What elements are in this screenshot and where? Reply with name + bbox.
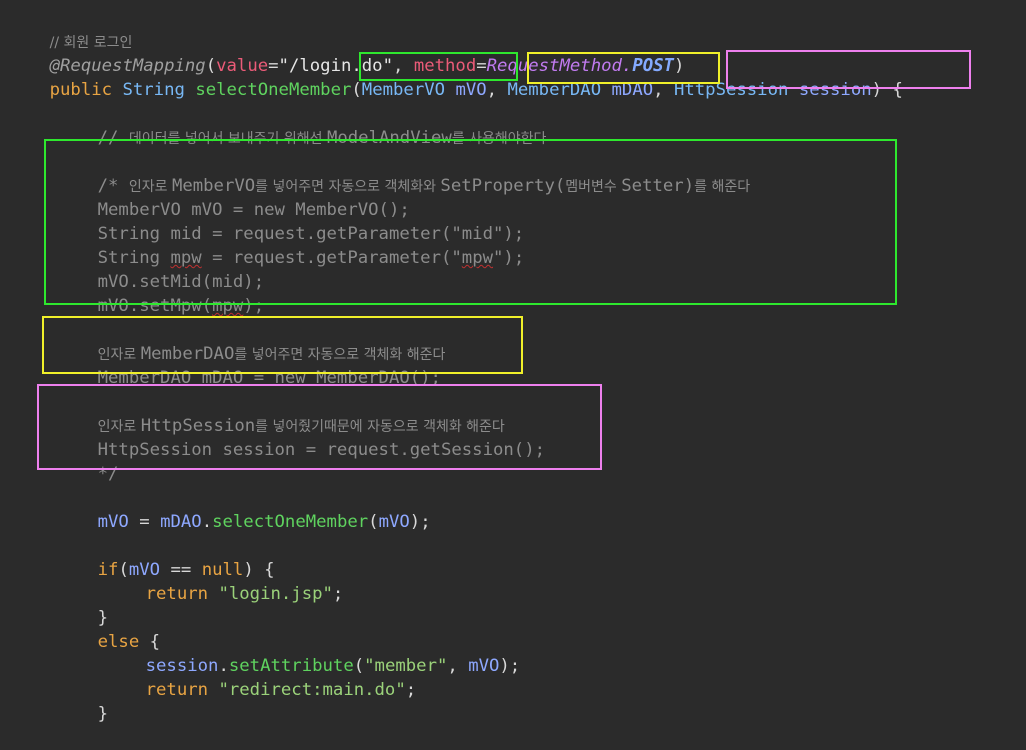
spelling-squiggle: mpw: [212, 296, 244, 316]
string-literal: "login.jsp": [218, 584, 333, 604]
param-type-memberdao: MemberDAO: [507, 80, 602, 100]
comment-modelandview: // 데이터를 넣어서 보내주기 위해선 ModelAndView를 사용해야한…: [97, 128, 547, 148]
comma: ,: [653, 80, 674, 100]
comment-block-line: MemberDAO mDAO = new MemberDAO();: [97, 368, 441, 388]
code-editor[interactable]: // 회원 로그인 @RequestMapping(value="/login.…: [0, 0, 1026, 724]
comment-block-line: mVO.setMid(mid);: [97, 272, 265, 292]
string-literal: "redirect:main.do": [218, 680, 406, 700]
param-name-mvo: mVO: [455, 80, 487, 100]
select-member-statement: mVO = mDAO.selectOneMember(mVO);: [97, 512, 431, 532]
comment-text: 데이터를 넣어서 보내주기 위해선: [128, 131, 327, 147]
method-call: selectOneMember: [212, 512, 369, 532]
keyword-return: return: [145, 680, 209, 700]
param-type-membervo: MemberVO: [361, 80, 446, 100]
comment-block-line: 인자로 MemberDAO를 넣어주면 자동으로 객체화 해준다: [97, 344, 446, 364]
comment-block-line: mVO.setMpw(mpw);: [97, 296, 265, 316]
comment-login: // 회원 로그인: [8, 6, 133, 51]
return-statement: return "redirect:main.do";: [145, 680, 417, 700]
request-mapping-annotation: @RequestMapping(value="/login.do", metho…: [8, 30, 685, 76]
param-name-mdao: mDAO: [611, 80, 654, 100]
comment-block-line: HttpSession session = request.getSession…: [97, 440, 546, 460]
param-name-session: session: [798, 80, 872, 100]
comment-block-line: */: [97, 464, 119, 484]
set-attribute-statement: session.setAttribute("member", mVO);: [145, 656, 521, 676]
comment-block-line: MemberVO mVO = new MemberVO();: [97, 200, 410, 220]
method-name: selectOneMember: [195, 80, 352, 100]
comment-class: ModelAndView: [326, 128, 452, 148]
if-statement: if(mVO == null) {: [97, 560, 275, 580]
closing-brace: }: [97, 704, 109, 724]
closing-brace: }: [97, 608, 109, 628]
comment-block-line: 인자로 HttpSession를 넣어줬기때문에 자동으로 객체화 해준다: [97, 416, 505, 436]
paren-brace: ) {: [871, 80, 903, 100]
method-signature: public String selectOneMember(MemberVO m…: [8, 54, 903, 100]
else-statement: else {: [97, 632, 161, 652]
paren: (: [351, 80, 362, 100]
param-type-httpsession: HttpSession: [673, 80, 789, 100]
keyword-public: public: [49, 80, 113, 100]
return-type: String: [122, 80, 185, 100]
keyword-return: return: [145, 584, 209, 604]
comment-block-line: String mpw = request.getParameter("mpw")…: [97, 248, 525, 268]
comment-text: 를 사용해야한다: [451, 131, 547, 147]
spelling-squiggle: mpw: [461, 248, 494, 268]
comma: ,: [486, 80, 508, 100]
comment-block-line: String mid = request.getParameter("mid")…: [97, 224, 525, 244]
comment-block-line: /* 인자로 MemberVO를 넣어주면 자동으로 객체화와 SetPrope…: [97, 176, 751, 196]
return-statement: return "login.jsp";: [145, 584, 344, 604]
